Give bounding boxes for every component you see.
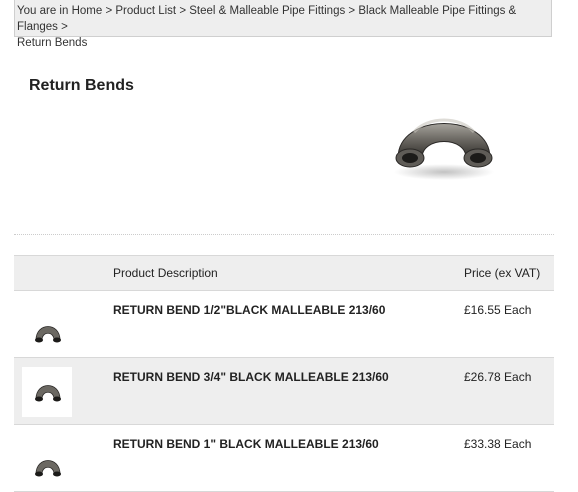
return-bend-product-image bbox=[394, 118, 494, 180]
product-description[interactable]: RETURN BEND 1/2"BLACK MALLEABLE 213/60 bbox=[113, 303, 385, 317]
table-header: Product Description Price (ex VAT) bbox=[14, 256, 554, 291]
table-row[interactable]: RETURN BEND 1" BLACK MALLEABLE 213/60 £3… bbox=[14, 425, 554, 492]
product-price: £16.55 Each bbox=[464, 303, 531, 317]
breadcrumb-separator: > bbox=[348, 5, 356, 17]
price-link[interactable]: £16.55 Each bbox=[464, 303, 531, 317]
column-header-price: Price (ex VAT) bbox=[464, 266, 541, 280]
return-bend-thumbnail[interactable] bbox=[22, 300, 72, 350]
breadcrumb-separator: > bbox=[179, 5, 187, 17]
column-header-description: Product Description bbox=[113, 266, 218, 280]
product-description[interactable]: RETURN BEND 1" BLACK MALLEABLE 213/60 bbox=[113, 437, 379, 451]
breadcrumb: You are in Home > Product List > Steel &… bbox=[14, 0, 552, 49]
product-table: Product Description Price (ex VAT) RETUR… bbox=[14, 255, 554, 492]
product-description[interactable]: RETURN BEND 3/4" BLACK MALLEABLE 213/60 bbox=[113, 370, 389, 384]
table-row[interactable]: RETURN BEND 3/4" BLACK MALLEABLE 213/60 … bbox=[14, 358, 554, 425]
breadcrumb-link-steel-malleable[interactable]: Steel & Malleable Pipe Fittings bbox=[189, 5, 345, 17]
breadcrumb-prefix: You are in bbox=[17, 5, 69, 17]
breadcrumb-link-home[interactable]: Home bbox=[72, 5, 103, 17]
breadcrumb-current: Return Bends bbox=[17, 37, 88, 49]
product-price: £33.38 Each bbox=[464, 437, 531, 451]
price-link[interactable]: £26.78 Each bbox=[464, 370, 531, 384]
breadcrumb-separator: > bbox=[105, 5, 113, 17]
price-link[interactable]: £33.38 Each bbox=[464, 437, 531, 451]
breadcrumb-link-product-list[interactable]: Product List bbox=[115, 5, 176, 17]
return-bend-thumbnail[interactable] bbox=[22, 434, 72, 484]
section-divider bbox=[14, 234, 554, 235]
return-bend-thumbnail[interactable] bbox=[22, 367, 72, 417]
table-row[interactable]: RETURN BEND 1/2"BLACK MALLEABLE 213/60 £… bbox=[14, 291, 554, 358]
product-price: £26.78 Each bbox=[464, 370, 531, 384]
page-title: Return Bends bbox=[29, 77, 134, 94]
breadcrumb-separator: > bbox=[61, 21, 68, 33]
